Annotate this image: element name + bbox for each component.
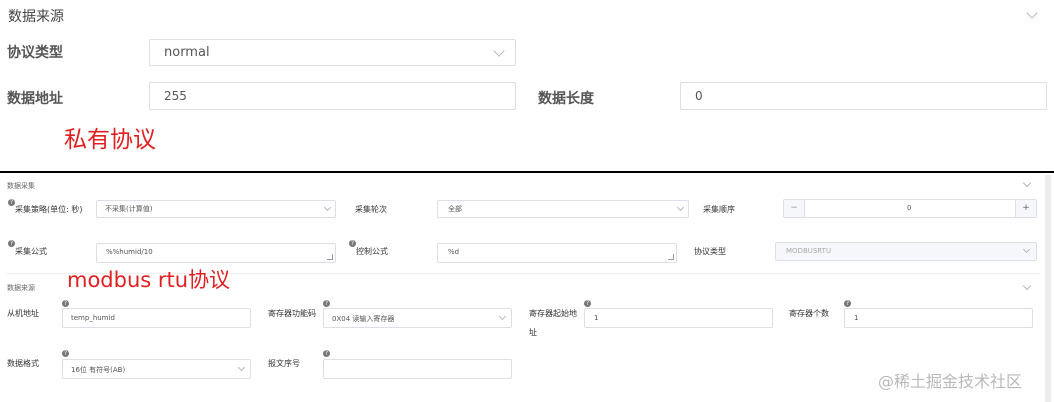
modbus-annotation: modbus rtu协议: [67, 268, 231, 292]
top-data-length-label: 数据长度: [538, 91, 594, 107]
decrement-button[interactable]: −: [784, 200, 805, 217]
register-start-value: 1: [594, 314, 599, 322]
slave-address-help-icon[interactable]: ?: [62, 300, 69, 307]
message-seq-label: 报文序号: [268, 359, 300, 368]
collect-order-value: 0: [907, 204, 912, 212]
collect-order-stepper[interactable]: − 0 +: [783, 199, 1037, 218]
register-function-label: 寄存器功能码: [268, 309, 316, 318]
collect-round-value: 全部: [448, 205, 462, 213]
resize-handle-icon[interactable]: [668, 254, 674, 260]
register-count-label: 寄存器个数: [789, 309, 829, 318]
register-start-label-wrap: 址: [529, 328, 537, 337]
top-protocol-type-value: normal: [164, 45, 210, 60]
collect-formula-help-icon[interactable]: ?: [8, 240, 15, 247]
control-formula-value: %d: [448, 248, 460, 256]
chevron-down-icon: [498, 312, 507, 321]
control-formula-label: 控制公式: [356, 247, 388, 256]
divider-line: [0, 171, 1054, 173]
collect-section-title: 数据采集: [7, 182, 35, 190]
top-data-length-input[interactable]: 0: [680, 82, 1047, 110]
collect-strategy-help-icon[interactable]: ?: [8, 199, 15, 206]
register-start-label: 寄存器起始地: [529, 309, 577, 318]
register-start-help-icon[interactable]: ?: [584, 300, 591, 307]
collect-strategy-label: 采集策略(单位: 秒): [15, 205, 83, 214]
chevron-down-icon: [237, 363, 246, 372]
chevron-down-icon: [1022, 245, 1031, 254]
data-format-value: 16位 有符号(AB): [71, 366, 126, 374]
register-count-help-icon[interactable]: ?: [844, 300, 851, 307]
slave-address-label: 从机地址: [7, 309, 39, 318]
top-data-address-label: 数据地址: [7, 91, 63, 107]
message-seq-help-icon[interactable]: ?: [323, 350, 330, 357]
top-protocol-type-label: 协议类型: [7, 45, 63, 61]
data-format-label: 数据格式: [7, 359, 39, 368]
bottom-protocol-type-value: MODBUSRTU: [786, 247, 832, 255]
source-section-title: 数据来源: [7, 284, 35, 292]
bottom-protocol-type-select: MODBUSRTU: [775, 242, 1037, 261]
resize-handle-icon[interactable]: [327, 254, 333, 260]
data-format-select[interactable]: 16位 有符号(AB): [62, 359, 251, 379]
increment-button[interactable]: +: [1015, 200, 1036, 217]
data-format-help-icon[interactable]: ?: [62, 350, 69, 357]
collect-formula-textarea[interactable]: %%humid/10: [96, 243, 336, 263]
top-data-address-value: 255: [164, 89, 187, 103]
top-data-length-value: 0: [695, 89, 703, 103]
chevron-down-icon: [323, 203, 332, 212]
register-function-help-icon[interactable]: ?: [323, 300, 330, 307]
control-formula-help-icon[interactable]: ?: [349, 240, 356, 247]
top-protocol-type-select[interactable]: normal: [149, 39, 516, 66]
collect-strategy-select[interactable]: 不采集(计算值): [96, 200, 336, 218]
top-section-title: 数据来源: [8, 9, 64, 25]
collect-collapse-chevron-icon[interactable]: [1022, 178, 1032, 188]
private-protocol-annotation: 私有协议: [64, 127, 156, 153]
collect-strategy-value: 不采集(计算值): [105, 205, 153, 213]
chevron-down-icon: [676, 203, 685, 212]
top-collapse-chevron-icon[interactable]: [1026, 7, 1038, 19]
register-function-value: 0X04 读输入寄存器: [332, 315, 395, 323]
register-count-input[interactable]: 1: [844, 308, 1033, 328]
collect-formula-value: %%humid/10: [106, 248, 153, 256]
message-seq-input[interactable]: [323, 359, 512, 379]
slave-address-value: temp_humid: [71, 314, 115, 322]
top-data-address-input[interactable]: 255: [149, 82, 516, 110]
register-count-value: 1: [854, 314, 859, 322]
chevron-down-icon: [493, 45, 505, 57]
bottom-scrollbar[interactable]: [1045, 175, 1051, 402]
register-function-select[interactable]: 0X04 读输入寄存器: [323, 308, 512, 328]
watermark: @稀土掘金技术社区: [878, 372, 1023, 391]
register-start-input[interactable]: 1: [584, 308, 773, 328]
control-formula-textarea[interactable]: %d: [437, 243, 677, 263]
collect-formula-label: 采集公式: [15, 247, 47, 256]
collect-round-label: 采集轮次: [355, 205, 387, 214]
collect-order-label: 采集顺序: [703, 205, 735, 214]
bottom-protocol-type-label: 协议类型: [694, 247, 726, 256]
source-collapse-chevron-icon[interactable]: [1022, 281, 1032, 291]
slave-address-input[interactable]: temp_humid: [62, 308, 251, 328]
collect-round-select[interactable]: 全部: [437, 200, 689, 218]
